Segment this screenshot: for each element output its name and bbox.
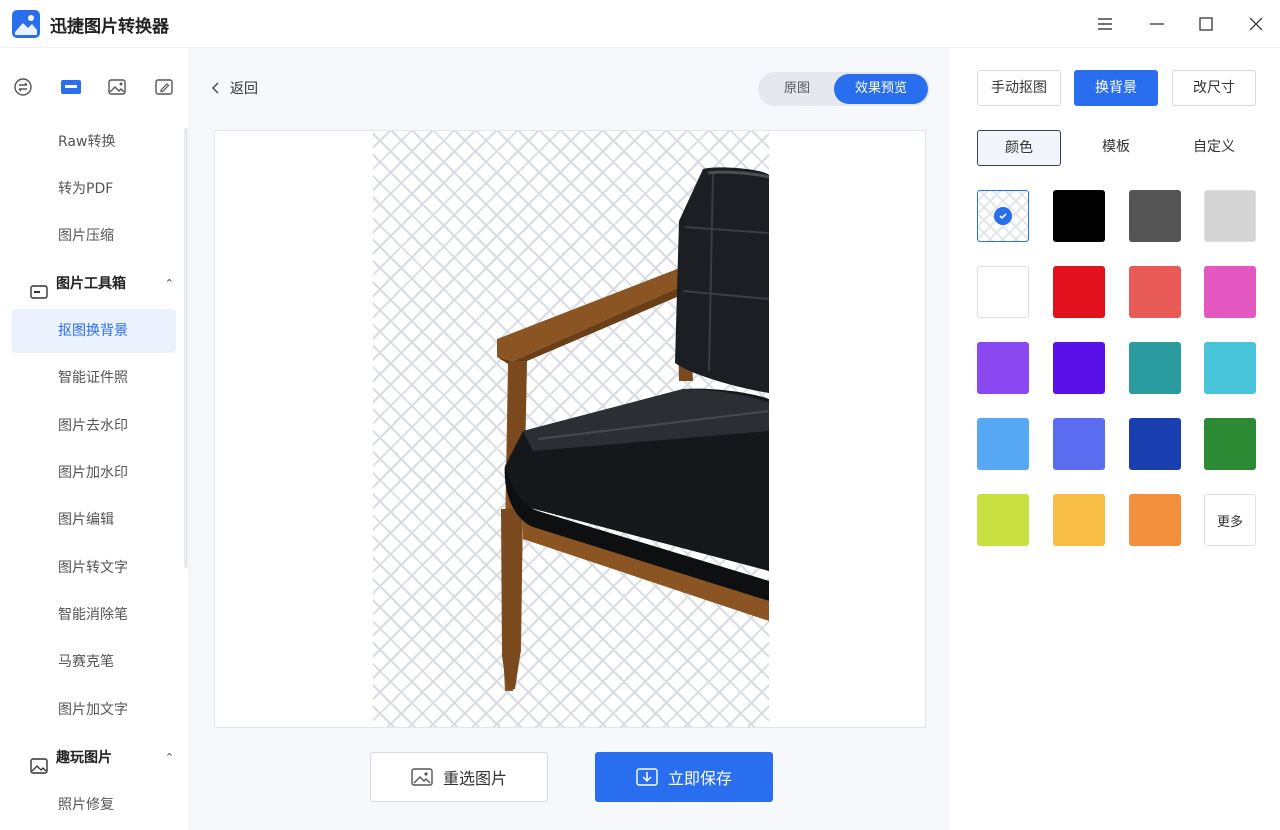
main-area: 返回 原图 效果预览 重选图片 立即保存 — [190, 48, 950, 830]
mode-manual-cutout[interactable]: 手动抠图 — [977, 70, 1061, 106]
color-swatch[interactable] — [1129, 494, 1181, 546]
view-toggle: 原图 效果预览 — [758, 72, 930, 106]
sidebar: Raw转换 转为PDF 图片压缩 图片工具箱 ⌃ 抠图换背景 智能证件照 图片去… — [0, 48, 190, 830]
chevron-up-icon: ⌃ — [164, 277, 174, 290]
menu-icon[interactable] — [1091, 10, 1119, 38]
mode-resize[interactable]: 改尺寸 — [1172, 70, 1256, 106]
color-swatch[interactable] — [1053, 266, 1105, 318]
color-swatch[interactable] — [1129, 418, 1181, 470]
tab-color[interactable]: 颜色 — [977, 130, 1061, 166]
color-swatch[interactable] — [1129, 266, 1181, 318]
color-swatch[interactable] — [1204, 190, 1256, 242]
color-swatch[interactable] — [977, 342, 1029, 394]
image-icon[interactable] — [106, 76, 128, 98]
color-swatch[interactable] — [1053, 418, 1105, 470]
fun-group-label: 趣玩图片 — [56, 750, 112, 766]
minimize-icon[interactable] — [1143, 10, 1171, 38]
toggle-preview[interactable]: 效果预览 — [834, 74, 928, 104]
back-button[interactable]: 返回 — [212, 78, 258, 98]
title-bar: 迅捷图片转换器 — [0, 0, 1280, 48]
sidebar-item-cutout[interactable]: 抠图换背景 — [12, 309, 176, 353]
more-colors-button[interactable]: 更多 — [1204, 494, 1256, 546]
sidebar-item-raw[interactable]: Raw转换 — [12, 120, 176, 164]
sidebar-item-mosaic[interactable]: 马赛克笔 — [12, 640, 176, 684]
swatch-transparent-selected[interactable] — [977, 190, 1029, 242]
sidebar-group-fun[interactable]: 趣玩图片 ⌃ — [12, 736, 176, 780]
maximize-icon[interactable] — [1192, 10, 1220, 38]
color-swatch[interactable] — [1053, 342, 1105, 394]
color-swatch[interactable] — [1129, 342, 1181, 394]
toolbox-group-icon — [30, 275, 48, 299]
image-canvas[interactable] — [214, 130, 926, 728]
color-swatch[interactable] — [977, 266, 1029, 318]
settings-panel: 手动抠图 换背景 改尺寸 颜色 模板 自定义 更多 — [950, 48, 1280, 830]
color-swatch[interactable] — [1053, 494, 1105, 546]
color-swatch[interactable] — [1129, 190, 1181, 242]
sidebar-item-id-photo[interactable]: 智能证件照 — [12, 356, 176, 400]
convert-icon[interactable] — [12, 76, 34, 98]
sidebar-item-pdf[interactable]: 转为PDF — [12, 167, 176, 211]
fun-group-icon — [30, 749, 48, 774]
checkmark-icon — [994, 207, 1012, 225]
sidebar-item-add-watermark[interactable]: 图片加水印 — [12, 451, 176, 495]
color-swatch[interactable] — [977, 418, 1029, 470]
reselect-label: 重选图片 — [442, 769, 507, 788]
sidebar-item-compress[interactable]: 图片压缩 — [12, 214, 176, 258]
color-swatch[interactable] — [1204, 418, 1256, 470]
toolbox-icon[interactable] — [59, 76, 83, 98]
chevron-left-icon — [212, 82, 219, 94]
toolbox-group-label: 图片工具箱 — [56, 276, 126, 292]
color-swatch[interactable] — [1053, 190, 1105, 242]
color-swatch[interactable] — [977, 494, 1029, 546]
chevron-up-icon: ⌃ — [164, 751, 174, 764]
back-label: 返回 — [230, 81, 258, 97]
app-logo-icon — [12, 10, 40, 38]
color-swatch[interactable] — [1204, 266, 1256, 318]
chair-image — [497, 167, 769, 691]
app-title: 迅捷图片转换器 — [50, 17, 169, 37]
color-swatch[interactable] — [1204, 342, 1256, 394]
sidebar-group-toolbox[interactable]: 图片工具箱 ⌃ — [12, 262, 176, 306]
sidebar-item-ocr[interactable]: 图片转文字 — [12, 546, 176, 590]
save-now-button[interactable]: 立即保存 — [595, 752, 773, 802]
tab-custom[interactable]: 自定义 — [1172, 130, 1256, 166]
sidebar-item-eraser[interactable]: 智能消除笔 — [12, 593, 176, 637]
download-icon — [636, 768, 658, 786]
sidebar-item-add-text[interactable]: 图片加文字 — [12, 688, 176, 732]
sidebar-item-remove-watermark[interactable]: 图片去水印 — [12, 404, 176, 448]
image-icon — [411, 768, 433, 786]
sidebar-top-icons — [0, 70, 190, 104]
sidebar-item-edit[interactable]: 图片编辑 — [12, 498, 176, 542]
sidebar-scrollbar[interactable] — [184, 128, 188, 568]
tab-template[interactable]: 模板 — [1074, 130, 1158, 166]
sidebar-item-restore[interactable]: 照片修复 — [12, 783, 176, 827]
reselect-image-button[interactable]: 重选图片 — [370, 752, 548, 802]
mode-change-background[interactable]: 换背景 — [1074, 70, 1158, 106]
toggle-original[interactable]: 原图 — [762, 74, 832, 104]
save-label: 立即保存 — [667, 769, 732, 788]
close-icon[interactable] — [1242, 10, 1270, 38]
edit-icon[interactable] — [153, 76, 175, 98]
